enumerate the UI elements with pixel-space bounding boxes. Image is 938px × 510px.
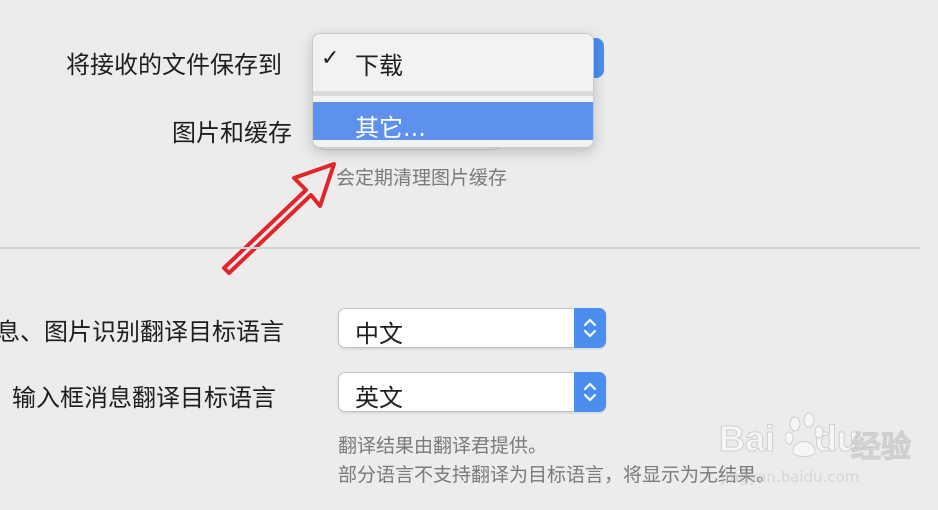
menu-separator xyxy=(313,91,593,96)
images-cache-label: 图片和缓存 xyxy=(172,119,292,147)
paw-icon xyxy=(785,412,824,457)
select-value: 中文 xyxy=(355,320,403,348)
input-translate-language-select[interactable]: 英文 xyxy=(338,372,606,412)
menu-item-downloads[interactable]: ✓ 下载 xyxy=(313,40,593,80)
menu-item-other[interactable]: 其它... xyxy=(313,102,593,142)
red-arrow-icon xyxy=(222,162,336,275)
baidu-jingyan-watermark: Bai du 经验 jingyan.baidu.com xyxy=(715,408,930,503)
menu-item-label: 其它... xyxy=(355,114,426,142)
message-translate-language-select[interactable]: 中文 xyxy=(338,308,606,348)
cache-hint-text: 会定期清理图片缓存 xyxy=(336,167,508,189)
checkmark-icon: ✓ xyxy=(321,46,340,71)
save-location-dropdown-menu[interactable]: ✓ 下载 其它... xyxy=(312,33,594,148)
message-translate-target-label: 息、图片识别翻译目标语言 xyxy=(0,318,284,346)
chevron-up-down-icon xyxy=(574,372,606,412)
chevron-up-down-icon xyxy=(574,308,606,348)
translation-provider-note: 翻译结果由翻译君提供。 xyxy=(338,435,548,457)
section-divider xyxy=(0,247,920,249)
select-value: 英文 xyxy=(355,384,403,412)
menu-item-label: 下载 xyxy=(355,52,403,80)
unsupported-language-note: 部分语言不支持翻译为目标语言，将显示为无结果。 xyxy=(338,464,776,486)
save-received-files-label: 将接收的文件保存到 xyxy=(66,51,282,79)
input-translate-target-label: 输入框消息翻译目标语言 xyxy=(12,384,276,412)
